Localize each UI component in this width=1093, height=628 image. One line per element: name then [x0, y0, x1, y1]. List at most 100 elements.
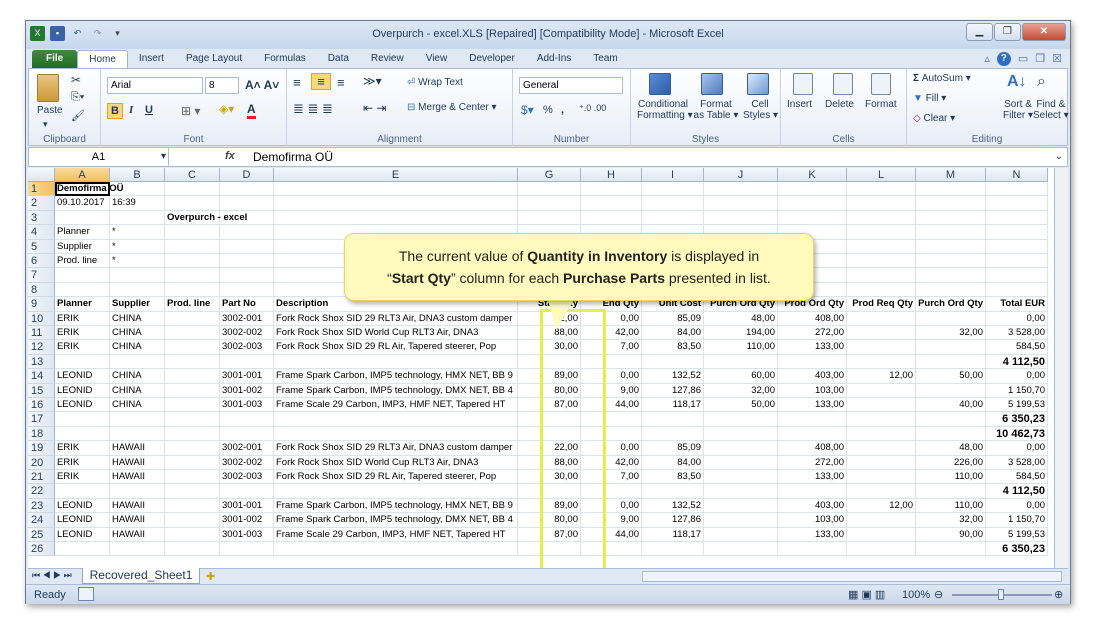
table-cell[interactable]: 3002-002: [220, 455, 274, 470]
row-header[interactable]: 13: [28, 354, 55, 370]
view-buttons-icon[interactable]: ▦ ▣ ▥: [848, 588, 885, 601]
table-cell[interactable]: 60,00: [704, 369, 778, 384]
column-title-cell[interactable]: Part No: [220, 297, 274, 312]
table-cell[interactable]: 133,00: [778, 527, 847, 542]
underline-button[interactable]: U: [145, 104, 153, 116]
align-middle-icon[interactable]: ≡: [311, 73, 331, 90]
spreadsheet-grid[interactable]: A B C D E G H I J K L M N 1 Demofirma OÜ 2 09.10.2017 16:…: [28, 168, 1068, 568]
table-cell[interactable]: [165, 282, 220, 298]
table-cell[interactable]: 110,00: [704, 340, 778, 355]
table-cell[interactable]: 408,00: [778, 311, 847, 326]
table-cell[interactable]: 0,00: [986, 498, 1048, 514]
doc-minimize-icon[interactable]: ▭: [1018, 52, 1028, 66]
table-cell[interactable]: [847, 254, 916, 269]
column-title-cell[interactable]: Purch Ord Qty: [916, 297, 986, 312]
table-cell[interactable]: 133,00: [778, 398, 847, 413]
restore-button[interactable]: ❐: [994, 23, 1021, 41]
row-header[interactable]: 10: [28, 311, 55, 326]
table-cell[interactable]: 44,00: [581, 527, 642, 542]
column-header[interactable]: J: [704, 168, 778, 182]
accounting-icon[interactable]: $▾: [521, 103, 534, 117]
conditional-formatting-button[interactable]: Conditional Formatting ▾: [637, 99, 693, 121]
table-cell[interactable]: [581, 412, 642, 427]
table-cell[interactable]: [642, 484, 704, 499]
table-cell[interactable]: [274, 484, 518, 499]
sheet-tab[interactable]: Recovered_Sheet1: [82, 568, 200, 584]
table-cell[interactable]: [55, 282, 110, 298]
table-cell[interactable]: [642, 354, 704, 370]
table-cell[interactable]: [986, 268, 1048, 283]
table-cell[interactable]: [581, 426, 642, 442]
table-cell[interactable]: *: [110, 225, 165, 240]
name-box[interactable]: A1: [29, 148, 169, 166]
indent-icon[interactable]: ⇤ ⇥: [363, 101, 386, 115]
table-cell[interactable]: [847, 196, 916, 211]
table-cell[interactable]: 110,00: [916, 470, 986, 485]
table-cell[interactable]: [916, 268, 986, 283]
table-cell[interactable]: [581, 196, 642, 211]
table-cell[interactable]: [165, 225, 220, 240]
table-cell[interactable]: CHINA: [110, 398, 165, 413]
table-cell[interactable]: Frame Spark Carbon, IMP5 technology, HMX…: [274, 498, 518, 514]
tab-page-layout[interactable]: Page Layout: [175, 50, 253, 69]
table-cell[interactable]: [916, 225, 986, 240]
table-cell[interactable]: [847, 484, 916, 499]
grow-font-icon[interactable]: A˄ A˅: [245, 78, 279, 92]
table-cell[interactable]: 3002-003: [220, 470, 274, 485]
table-cell[interactable]: CHINA: [110, 311, 165, 326]
wrap-text-button[interactable]: ⏎ Wrap Text: [407, 77, 463, 88]
table-cell[interactable]: 32,00: [704, 383, 778, 398]
table-cell[interactable]: [165, 311, 220, 326]
table-cell[interactable]: [581, 354, 642, 370]
table-cell[interactable]: [518, 426, 581, 442]
table-cell[interactable]: [165, 398, 220, 413]
tab-developer[interactable]: Developer: [458, 50, 526, 69]
table-cell[interactable]: [581, 182, 642, 197]
table-cell[interactable]: [986, 182, 1048, 197]
table-cell[interactable]: [916, 383, 986, 398]
table-cell[interactable]: [165, 383, 220, 398]
column-title-cell[interactable]: Supplier: [110, 297, 165, 312]
table-cell[interactable]: [986, 254, 1048, 269]
table-cell[interactable]: [704, 210, 778, 226]
table-cell[interactable]: [274, 542, 518, 557]
table-cell[interactable]: [110, 412, 165, 427]
table-cell[interactable]: 127,86: [642, 383, 704, 398]
table-cell[interactable]: Supplier: [55, 239, 110, 254]
fx-icon[interactable]: fx: [225, 150, 235, 162]
namebox-dropdown-icon[interactable]: ▾: [161, 151, 166, 162]
table-cell[interactable]: LEONID: [55, 383, 110, 398]
table-cell[interactable]: 09.10.2017: [55, 196, 110, 211]
table-cell[interactable]: Demofirma OÜ: [55, 182, 124, 197]
table-cell[interactable]: 48,00: [704, 311, 778, 326]
table-cell[interactable]: [165, 426, 220, 442]
table-cell[interactable]: CHINA: [110, 340, 165, 355]
zoom-in-icon[interactable]: ⊕: [1054, 588, 1063, 601]
table-cell[interactable]: [916, 254, 986, 269]
table-cell[interactable]: [916, 412, 986, 427]
table-cell[interactable]: ERIK: [55, 326, 110, 341]
binoculars-icon[interactable]: ⌕: [1037, 73, 1046, 91]
font-size-select[interactable]: 8: [205, 77, 239, 94]
table-cell[interactable]: CHINA: [110, 369, 165, 384]
table-cell[interactable]: [55, 542, 110, 557]
format-button[interactable]: Format: [865, 99, 897, 110]
table-cell[interactable]: 16:39: [110, 196, 165, 211]
table-cell[interactable]: [847, 383, 916, 398]
table-cell[interactable]: [847, 340, 916, 355]
table-cell[interactable]: [220, 254, 274, 269]
cell-styles-button[interactable]: Cell Styles ▾: [743, 99, 778, 121]
table-cell[interactable]: [986, 210, 1048, 226]
table-cell[interactable]: [165, 542, 220, 557]
row-header[interactable]: 23: [28, 498, 55, 514]
table-cell[interactable]: 118,17: [642, 527, 704, 542]
table-cell[interactable]: [165, 441, 220, 456]
table-cell[interactable]: 85,09: [642, 311, 704, 326]
borders-icon[interactable]: ⊞ ▾: [181, 104, 200, 118]
table-cell[interactable]: CHINA: [110, 326, 165, 341]
table-cell[interactable]: ERIK: [55, 340, 110, 355]
format-cells-icon[interactable]: [871, 73, 891, 95]
row-header[interactable]: 26: [28, 542, 55, 557]
table-cell[interactable]: [518, 412, 581, 427]
format-table-button[interactable]: Format as Table ▾: [693, 99, 739, 121]
